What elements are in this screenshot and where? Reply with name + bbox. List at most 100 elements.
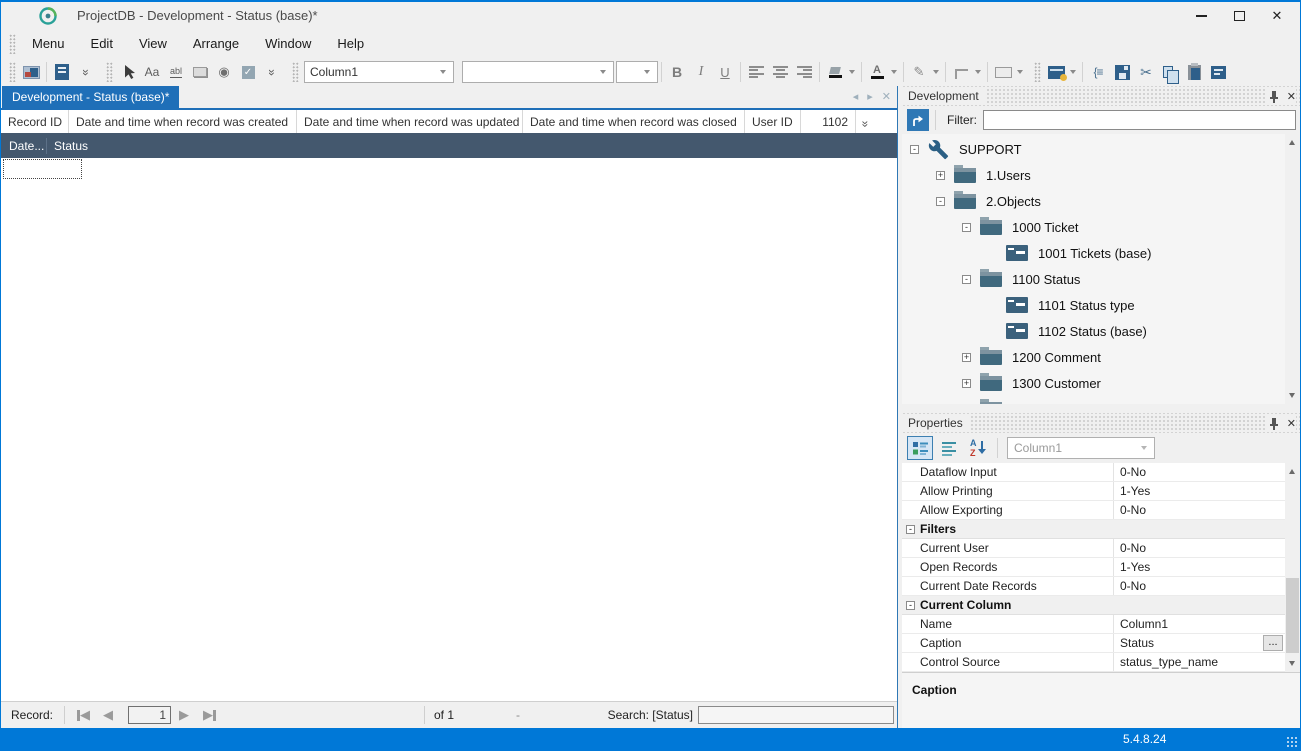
size-combobox[interactable] [616, 61, 658, 83]
tab-scroll-right-button[interactable]: ▸ [867, 90, 873, 103]
tree-scrollbar[interactable] [1285, 134, 1300, 404]
menu-item-edit[interactable]: Edit [78, 32, 126, 55]
property-value[interactable]: 1-Yes [1114, 484, 1300, 498]
tree-expander[interactable]: - [962, 223, 971, 232]
insert-image-button[interactable] [19, 60, 43, 84]
property-row-control-source[interactable]: Control Source status_type_name [902, 653, 1300, 672]
last-record-button[interactable]: ▶ [203, 707, 216, 723]
tree-expander[interactable]: + [962, 353, 971, 362]
field-header-closed[interactable]: Date and time when record was closed [523, 110, 745, 133]
font-combobox[interactable] [462, 61, 614, 83]
property-row-dataflow-input[interactable]: Dataflow Input 0-No [902, 463, 1300, 482]
toolbar-grip-2[interactable] [106, 62, 113, 82]
property-value[interactable]: 0-No [1114, 541, 1300, 555]
menu-item-view[interactable]: View [126, 32, 180, 55]
property-value[interactable]: 0-No [1114, 503, 1300, 517]
property-value[interactable]: 1-Yes [1114, 560, 1300, 574]
property-group-current-column[interactable]: - Current Column [902, 596, 1300, 615]
tree-expander[interactable]: - [962, 275, 971, 284]
property-value[interactable]: 0-No [1114, 465, 1300, 479]
align-right-button[interactable] [792, 60, 816, 84]
field-overflow-icon[interactable]: » [854, 117, 873, 131]
property-row-name[interactable]: Name Column1 [902, 615, 1300, 634]
tab-scroll-left-button[interactable]: ◂ [853, 90, 859, 103]
shape-dropdown[interactable] [1017, 70, 1023, 74]
form-object-button[interactable] [50, 60, 74, 84]
minimize-button[interactable] [1182, 4, 1220, 28]
menu-item-window[interactable]: Window [252, 32, 324, 55]
tab-development-status-base[interactable]: Development - Status (base)* [2, 86, 179, 109]
tree-expander[interactable]: - [910, 145, 919, 154]
pen-color-button[interactable]: ✎ [907, 60, 931, 84]
tree-item-1400-clipped[interactable]: + 1400 U [902, 396, 1300, 404]
toolbar-grip-1[interactable] [9, 62, 16, 82]
sort-az-button[interactable]: AZ [965, 436, 991, 460]
datasheet-button[interactable] [1044, 60, 1068, 84]
form-object-overflow-button[interactable]: » [74, 60, 98, 84]
property-value[interactable]: status_type_name [1114, 655, 1300, 669]
tree-item-1102-status-base[interactable]: 1102 Status (base) [902, 318, 1300, 344]
cut-button[interactable]: ✂ [1134, 60, 1158, 84]
open-object-button[interactable] [907, 109, 929, 131]
panel-splitter[interactable] [902, 404, 1300, 413]
toolbar-grip-4[interactable] [1034, 62, 1041, 82]
fill-color-button[interactable] [823, 60, 847, 84]
font-color-button[interactable]: A [865, 60, 889, 84]
outline-button[interactable]: {≡ [1086, 60, 1110, 84]
field-header-record-id[interactable]: Record ID [1, 110, 69, 133]
menu-item-menu[interactable]: Menu [19, 32, 78, 55]
checkbox-tool-button[interactable]: ✓ [236, 60, 260, 84]
property-value[interactable]: 0-No [1114, 579, 1300, 593]
grid-canvas[interactable] [1, 158, 897, 701]
datasheet-dropdown[interactable] [1070, 70, 1076, 74]
tree-item-1300-customer[interactable]: + 1300 Customer [902, 370, 1300, 396]
caption-ellipsis-button[interactable]: ... [1263, 635, 1283, 651]
border-style-button[interactable] [949, 60, 973, 84]
tree-item-1101-status-type[interactable]: 1101 Status type [902, 292, 1300, 318]
property-row-allow-printing[interactable]: Allow Printing 1-Yes [902, 482, 1300, 501]
alphabetical-view-button[interactable] [936, 436, 962, 460]
column-combobox[interactable]: Column1 [304, 61, 454, 83]
menu-item-arrange[interactable]: Arrange [180, 32, 252, 55]
border-style-dropdown[interactable] [975, 70, 981, 74]
copy-button[interactable] [1158, 60, 1182, 84]
group-expander[interactable]: - [906, 601, 915, 610]
properties-column-combobox[interactable]: Column1 [1007, 437, 1155, 459]
tree-expander[interactable]: - [936, 197, 945, 206]
menu-item-help[interactable]: Help [324, 32, 377, 55]
scrollbar-thumb[interactable] [1286, 578, 1299, 653]
grid-column-status[interactable]: Status [47, 139, 88, 153]
development-panel-header[interactable]: Development ✕ [902, 86, 1300, 106]
radio-tool-button[interactable]: ◉ [212, 60, 236, 84]
tree-expander[interactable]: + [936, 171, 945, 180]
tree-item-support[interactable]: - SUPPORT [902, 136, 1300, 162]
fill-color-dropdown[interactable] [849, 70, 855, 74]
bold-button[interactable]: B [665, 60, 689, 84]
tree-item-users[interactable]: + 1.Users [902, 162, 1300, 188]
filter-input[interactable] [983, 110, 1296, 130]
tools-overflow-button[interactable]: » [260, 60, 284, 84]
pin-icon[interactable] [1269, 90, 1279, 103]
toolbar-grip-3[interactable] [292, 62, 299, 82]
label-tool-button[interactable]: Aa [140, 60, 164, 84]
resize-grip[interactable] [1286, 736, 1298, 748]
first-record-button[interactable]: ◀ [77, 707, 90, 723]
next-record-button[interactable]: ▶ [179, 707, 189, 723]
property-row-allow-exporting[interactable]: Allow Exporting 0-No [902, 501, 1300, 520]
shape-button[interactable] [991, 60, 1015, 84]
property-row-caption[interactable]: Caption Status ... [902, 634, 1300, 653]
panel-close-icon[interactable]: ✕ [1287, 417, 1296, 430]
select-pointer-button[interactable] [116, 60, 140, 84]
align-left-button[interactable] [744, 60, 768, 84]
tree-item-1001-tickets-base[interactable]: 1001 Tickets (base) [902, 240, 1300, 266]
underline-button[interactable]: U [713, 60, 737, 84]
tree-item-1200-comment[interactable]: + 1200 Comment [902, 344, 1300, 370]
property-row-current-user[interactable]: Current User 0-No [902, 539, 1300, 558]
italic-button[interactable]: I [689, 60, 713, 84]
group-expander[interactable]: - [906, 525, 915, 534]
panel-close-icon[interactable]: ✕ [1287, 90, 1296, 103]
textbox-tool-button[interactable]: abl [164, 60, 188, 84]
field-header-updated[interactable]: Date and time when record was updated [297, 110, 523, 133]
field-header-1102[interactable]: 1102 [801, 110, 856, 133]
property-value[interactable]: Column1 [1114, 617, 1300, 631]
